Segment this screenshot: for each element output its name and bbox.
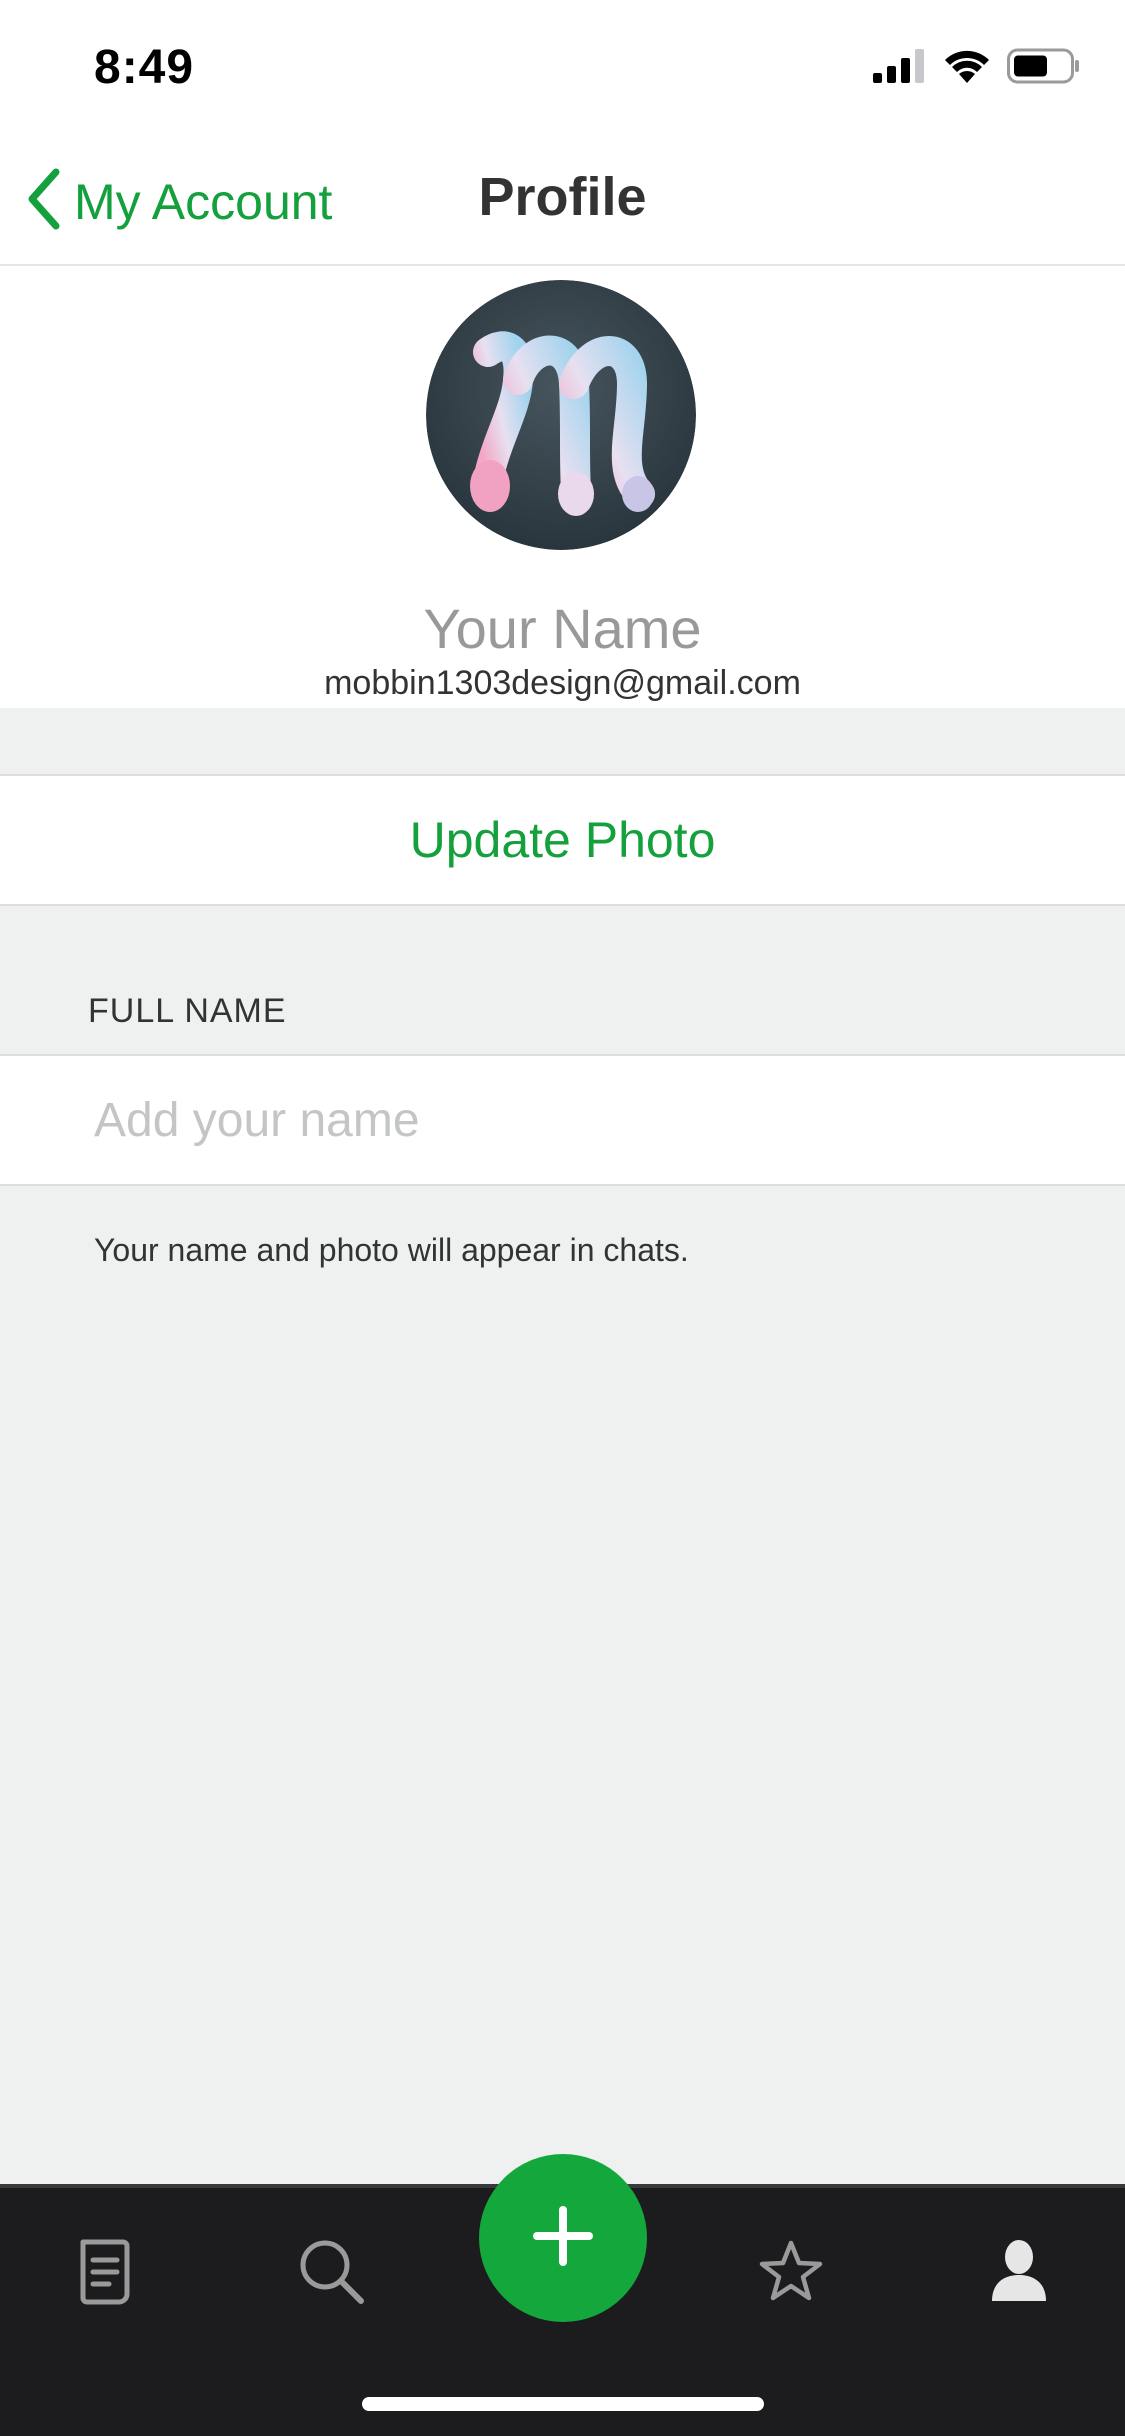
profile-header: Your Name mobbin1303design@gmail.com [0, 266, 1125, 708]
update-photo-button[interactable]: Update Photo [0, 774, 1125, 906]
home-indicator[interactable] [362, 2397, 764, 2411]
status-icons [873, 48, 1081, 89]
status-bar: 8:49 [0, 0, 1125, 132]
profile-display-name: Your Name [423, 597, 702, 660]
tab-notes[interactable] [60, 2228, 150, 2318]
cellular-signal-icon [873, 49, 927, 88]
notes-icon [75, 2236, 135, 2311]
full-name-row [0, 1054, 1125, 1186]
search-icon [297, 2237, 365, 2310]
star-icon [758, 2239, 824, 2308]
profile-screen: 8:49 My Account Profile Your Name mobbin… [0, 0, 1125, 2436]
navigation-bar: My Account Profile [0, 132, 1125, 266]
status-time: 8:49 [94, 41, 195, 94]
add-button[interactable] [479, 2154, 647, 2322]
wifi-icon [943, 49, 991, 88]
update-photo-label: Update Photo [409, 812, 716, 868]
add-icon [531, 2204, 595, 2273]
tab-favorites[interactable] [746, 2228, 836, 2318]
full-name-input[interactable] [94, 1056, 1074, 1184]
back-label: My Account [74, 173, 333, 230]
profile-email: mobbin1303design@gmail.com [324, 664, 801, 702]
battery-icon [1007, 48, 1081, 89]
full-name-section-label: FULL NAME [88, 992, 287, 1030]
avatar[interactable] [426, 280, 696, 550]
full-name-helper-text: Your name and photo will appear in chats… [94, 1232, 689, 1268]
profile-icon [990, 2239, 1048, 2308]
chevron-left-icon [24, 166, 64, 237]
tab-profile[interactable] [974, 2228, 1064, 2318]
tab-search[interactable] [286, 2228, 376, 2318]
back-button[interactable]: My Account [24, 166, 332, 237]
